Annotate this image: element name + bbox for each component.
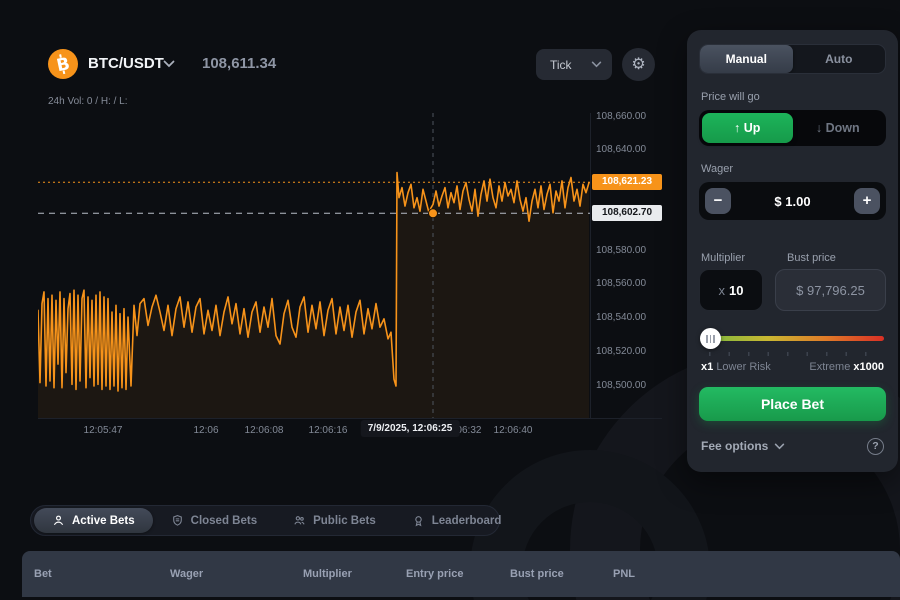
tab-public-bets[interactable]: Public Bets [275, 508, 394, 533]
table-column-header-entry-price: Entry price [406, 568, 463, 580]
y-axis-label-108,500.00: 108,500.00 [596, 380, 646, 391]
risk-max-label: Extreme [809, 361, 850, 373]
table-column-header-pnl: PNL [613, 568, 635, 580]
multiplier-label: Multiplier [701, 252, 745, 264]
tab-label: Public Bets [313, 515, 376, 527]
fee-options-label[interactable]: Fee options [701, 439, 768, 453]
tab-closed-bets[interactable]: Closed Bets [153, 508, 275, 533]
tab-leaderboard[interactable]: Leaderboard [394, 508, 520, 533]
risk-slider-track[interactable] [709, 336, 884, 341]
users-icon [293, 514, 306, 527]
increase-wager-button[interactable]: + [854, 188, 880, 214]
entry-point-dot [429, 209, 438, 218]
y-axis-label-108,520.00: 108,520.00 [596, 346, 646, 357]
multiplier-input[interactable]: x 10 [699, 269, 763, 311]
y-axis-label-108,660.00: 108,660.00 [596, 111, 646, 122]
y-axis-label-108,540.00: 108,540.00 [596, 312, 646, 323]
bets-tabs: Active Bets Closed Bets Public Bets Lead… [30, 505, 500, 536]
crosshair-time-tooltip: 7/9/2025, 12:06:25 [361, 420, 460, 437]
medal-icon [412, 514, 425, 527]
tab-active-bets[interactable]: Active Bets [34, 508, 153, 533]
bust-price-value: $ 97,796.25 [775, 269, 886, 311]
time-axis-label-12:06:40: 12:06:40 [494, 425, 533, 436]
last-price: 108,611.34 [202, 55, 276, 72]
axis-separator [590, 113, 591, 418]
multiplier-prefix: x [719, 283, 726, 298]
arrow-up-icon: ↑ [734, 121, 740, 135]
risk-min-label: Lower Risk [716, 361, 770, 373]
down-label: Down [826, 121, 860, 135]
arrow-down-icon: ↓ [816, 121, 822, 135]
interval-label: Tick [550, 58, 591, 72]
chevron-down-icon[interactable] [163, 60, 175, 68]
person-icon [52, 514, 65, 527]
shield-icon [171, 514, 184, 527]
entry-price-badge: 108,602.70 [592, 205, 662, 221]
price-area-fill [38, 173, 589, 419]
up-label: Up [744, 121, 761, 135]
bet-panel: Manual Auto Price will go ↑ Up ↓ Down Wa… [687, 30, 898, 472]
current-price-badge: 108,621.23 [592, 174, 662, 190]
y-axis-label-108,580.00: 108,580.00 [596, 245, 646, 256]
interval-dropdown[interactable]: Tick [536, 49, 612, 80]
down-button[interactable]: ↓ Down [793, 113, 884, 143]
up-button[interactable]: ↑ Up [702, 113, 793, 143]
risk-slider [701, 328, 884, 348]
wager-amount[interactable]: $ 1.00 [731, 194, 854, 209]
manual-mode-button[interactable]: Manual [700, 45, 793, 73]
x-axis-line [38, 418, 662, 419]
time-axis-label-12:05:47: 12:05:47 [84, 425, 123, 436]
auto-mode-button[interactable]: Auto [793, 45, 886, 73]
wager-input: − $ 1.00 + [699, 182, 886, 220]
direction-label: Price will go [701, 91, 760, 103]
chevron-down-icon [591, 61, 602, 68]
risk-slider-ticks [709, 352, 884, 356]
tab-label: Active Bets [72, 515, 135, 527]
risk-slider-handle[interactable] [700, 328, 721, 349]
bust-price-label: Bust price [787, 252, 836, 264]
tab-label: Leaderboard [432, 515, 502, 527]
risk-min: x1 [701, 361, 713, 373]
multiplier-value: 10 [729, 283, 743, 298]
fee-options-row: Fee options ? [701, 436, 884, 456]
place-bet-button[interactable]: Place Bet [699, 387, 886, 421]
risk-labels: x1 Lower Risk Extreme x1000 [701, 361, 884, 373]
direction-toggle: ↑ Up ↓ Down [699, 110, 886, 146]
gear-icon[interactable]: ⚙ [622, 48, 655, 81]
wager-label: Wager [701, 163, 733, 175]
y-axis: 108,660.00 108,640.00 108,580.00 108,560.00… [592, 0, 664, 600]
pair-selector[interactable]: BTC/USDT [88, 55, 164, 72]
bets-table-header: Bet Wager Multiplier Entry price Bust price P… [22, 551, 900, 597]
chevron-down-icon[interactable] [774, 443, 785, 450]
decrease-wager-button[interactable]: − [705, 188, 731, 214]
table-column-header-bust-price: Bust price [510, 568, 564, 580]
mode-toggle: Manual Auto [699, 44, 886, 74]
y-axis-label-108,560.00: 108,560.00 [596, 278, 646, 289]
trading-app: B BTC/USDT 108,611.34 24h Vol: 0 / H: / … [0, 0, 900, 600]
tab-label: Closed Bets [191, 515, 257, 527]
x-axis: 12:05:4712:0612:06:0812:06:1612:06:3212:… [38, 421, 590, 445]
time-axis-label-12:06:16: 12:06:16 [309, 425, 348, 436]
table-column-header-multiplier: Multiplier [303, 568, 352, 580]
table-column-header-wager: Wager [170, 568, 203, 580]
table-column-header-bet: Bet [34, 568, 52, 580]
help-icon[interactable]: ? [867, 438, 884, 455]
time-axis-label-12:06: 12:06 [193, 425, 218, 436]
market-stats: 24h Vol: 0 / H: / L: [48, 96, 128, 107]
bitcoin-icon: B [48, 49, 78, 79]
price-chart[interactable] [38, 113, 590, 418]
y-axis-label-108,640.00: 108,640.00 [596, 144, 646, 155]
time-axis-label-12:06:08: 12:06:08 [245, 425, 284, 436]
risk-max: x1000 [853, 361, 884, 373]
